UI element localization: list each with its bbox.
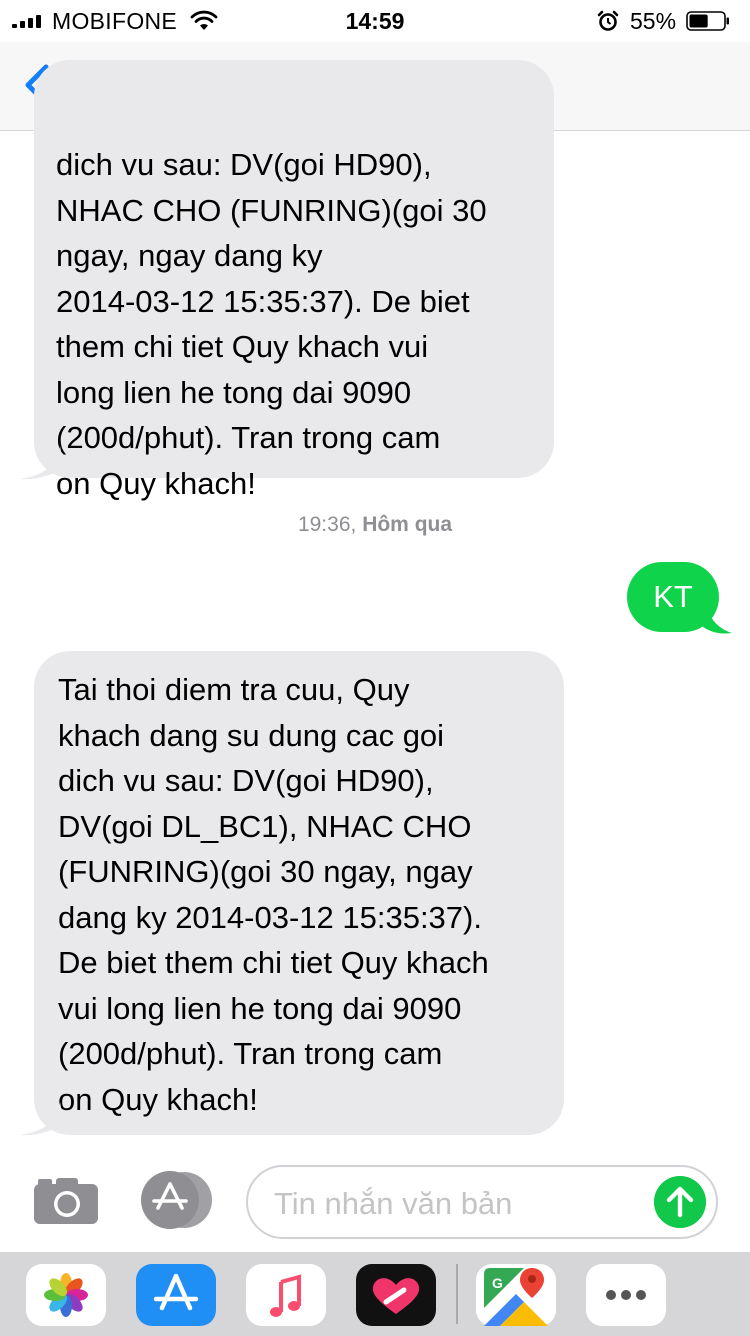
message-line: NHAC CHO (FUNRING)(goi 30 xyxy=(56,188,534,234)
message-line: 2014-03-12 15:35:37). De biet xyxy=(56,279,534,325)
message-line: DV(goi DL_BC1), NHAC CHO xyxy=(58,804,546,850)
message-line: on Quy khach! xyxy=(56,461,534,507)
message-line: vui long lien he tong dai 9090 xyxy=(58,986,546,1032)
battery-icon xyxy=(686,11,730,31)
message-line: dich vu sau: DV(goi HD90), xyxy=(56,142,534,188)
google-maps-app-icon[interactable]: G xyxy=(476,1264,556,1326)
message-line: Tai thoi diem tra cuu, Quy xyxy=(58,667,546,713)
photos-app-icon[interactable] xyxy=(26,1264,106,1326)
message-line: (FUNRING)(goi 30 ngay, ngay xyxy=(58,849,546,895)
bubble-tail xyxy=(20,1102,64,1136)
message-line: (200d/phut). Tran trong cam xyxy=(56,415,534,461)
message-line: on Quy khach! xyxy=(58,1077,546,1123)
received-message-bubble[interactable]: dich vu sau: DV(goi HD90), NHAC CHO (FUN… xyxy=(34,60,554,478)
music-app-icon[interactable] xyxy=(246,1264,326,1326)
message-line: (200d/phut). Tran trong cam xyxy=(58,1031,546,1077)
bubble-tail xyxy=(702,602,732,634)
status-bar: MOBIFONE 14:59 55% xyxy=(0,0,750,42)
message-line: dich vu sau: DV(goi HD90), xyxy=(58,758,546,804)
app-drawer-divider xyxy=(456,1264,458,1324)
message-line: dang ky 2014-03-12 15:35:37). xyxy=(58,895,546,941)
app-store-app-icon[interactable] xyxy=(136,1264,216,1326)
message-line: them chi tiet Quy khach vui xyxy=(56,324,534,370)
message-line: De biet them chi tiet Quy khach xyxy=(58,940,546,986)
alarm-icon xyxy=(597,10,619,32)
message-line: long lien he tong dai 9090 xyxy=(56,370,534,416)
app-store-icon[interactable] xyxy=(140,1170,214,1230)
timestamp-day: Hôm qua xyxy=(362,513,452,536)
timestamp-time: 19:36 xyxy=(298,513,351,536)
app-drawer: G xyxy=(0,1252,750,1336)
message-line: khach dang su dung cac goi xyxy=(58,713,546,759)
message-input-placeholder: Tin nhắn văn bản xyxy=(274,1186,512,1222)
camera-icon[interactable] xyxy=(32,1176,100,1226)
message-input[interactable]: Tin nhắn văn bản xyxy=(246,1165,718,1239)
received-message-bubble[interactable]: Tai thoi diem tra cuu, Quy khach dang su… xyxy=(34,651,564,1135)
battery-percentage: 55% xyxy=(630,8,676,35)
message-line: ngay, ngay dang ky xyxy=(56,233,534,279)
bubble-tail xyxy=(20,446,64,480)
svg-text:G: G xyxy=(492,1275,503,1291)
more-apps-icon[interactable] xyxy=(586,1264,666,1326)
send-arrow-icon[interactable] xyxy=(654,1176,706,1228)
digital-touch-app-icon[interactable] xyxy=(356,1264,436,1326)
message-timestamp: 19:36, Hôm qua xyxy=(0,513,750,537)
